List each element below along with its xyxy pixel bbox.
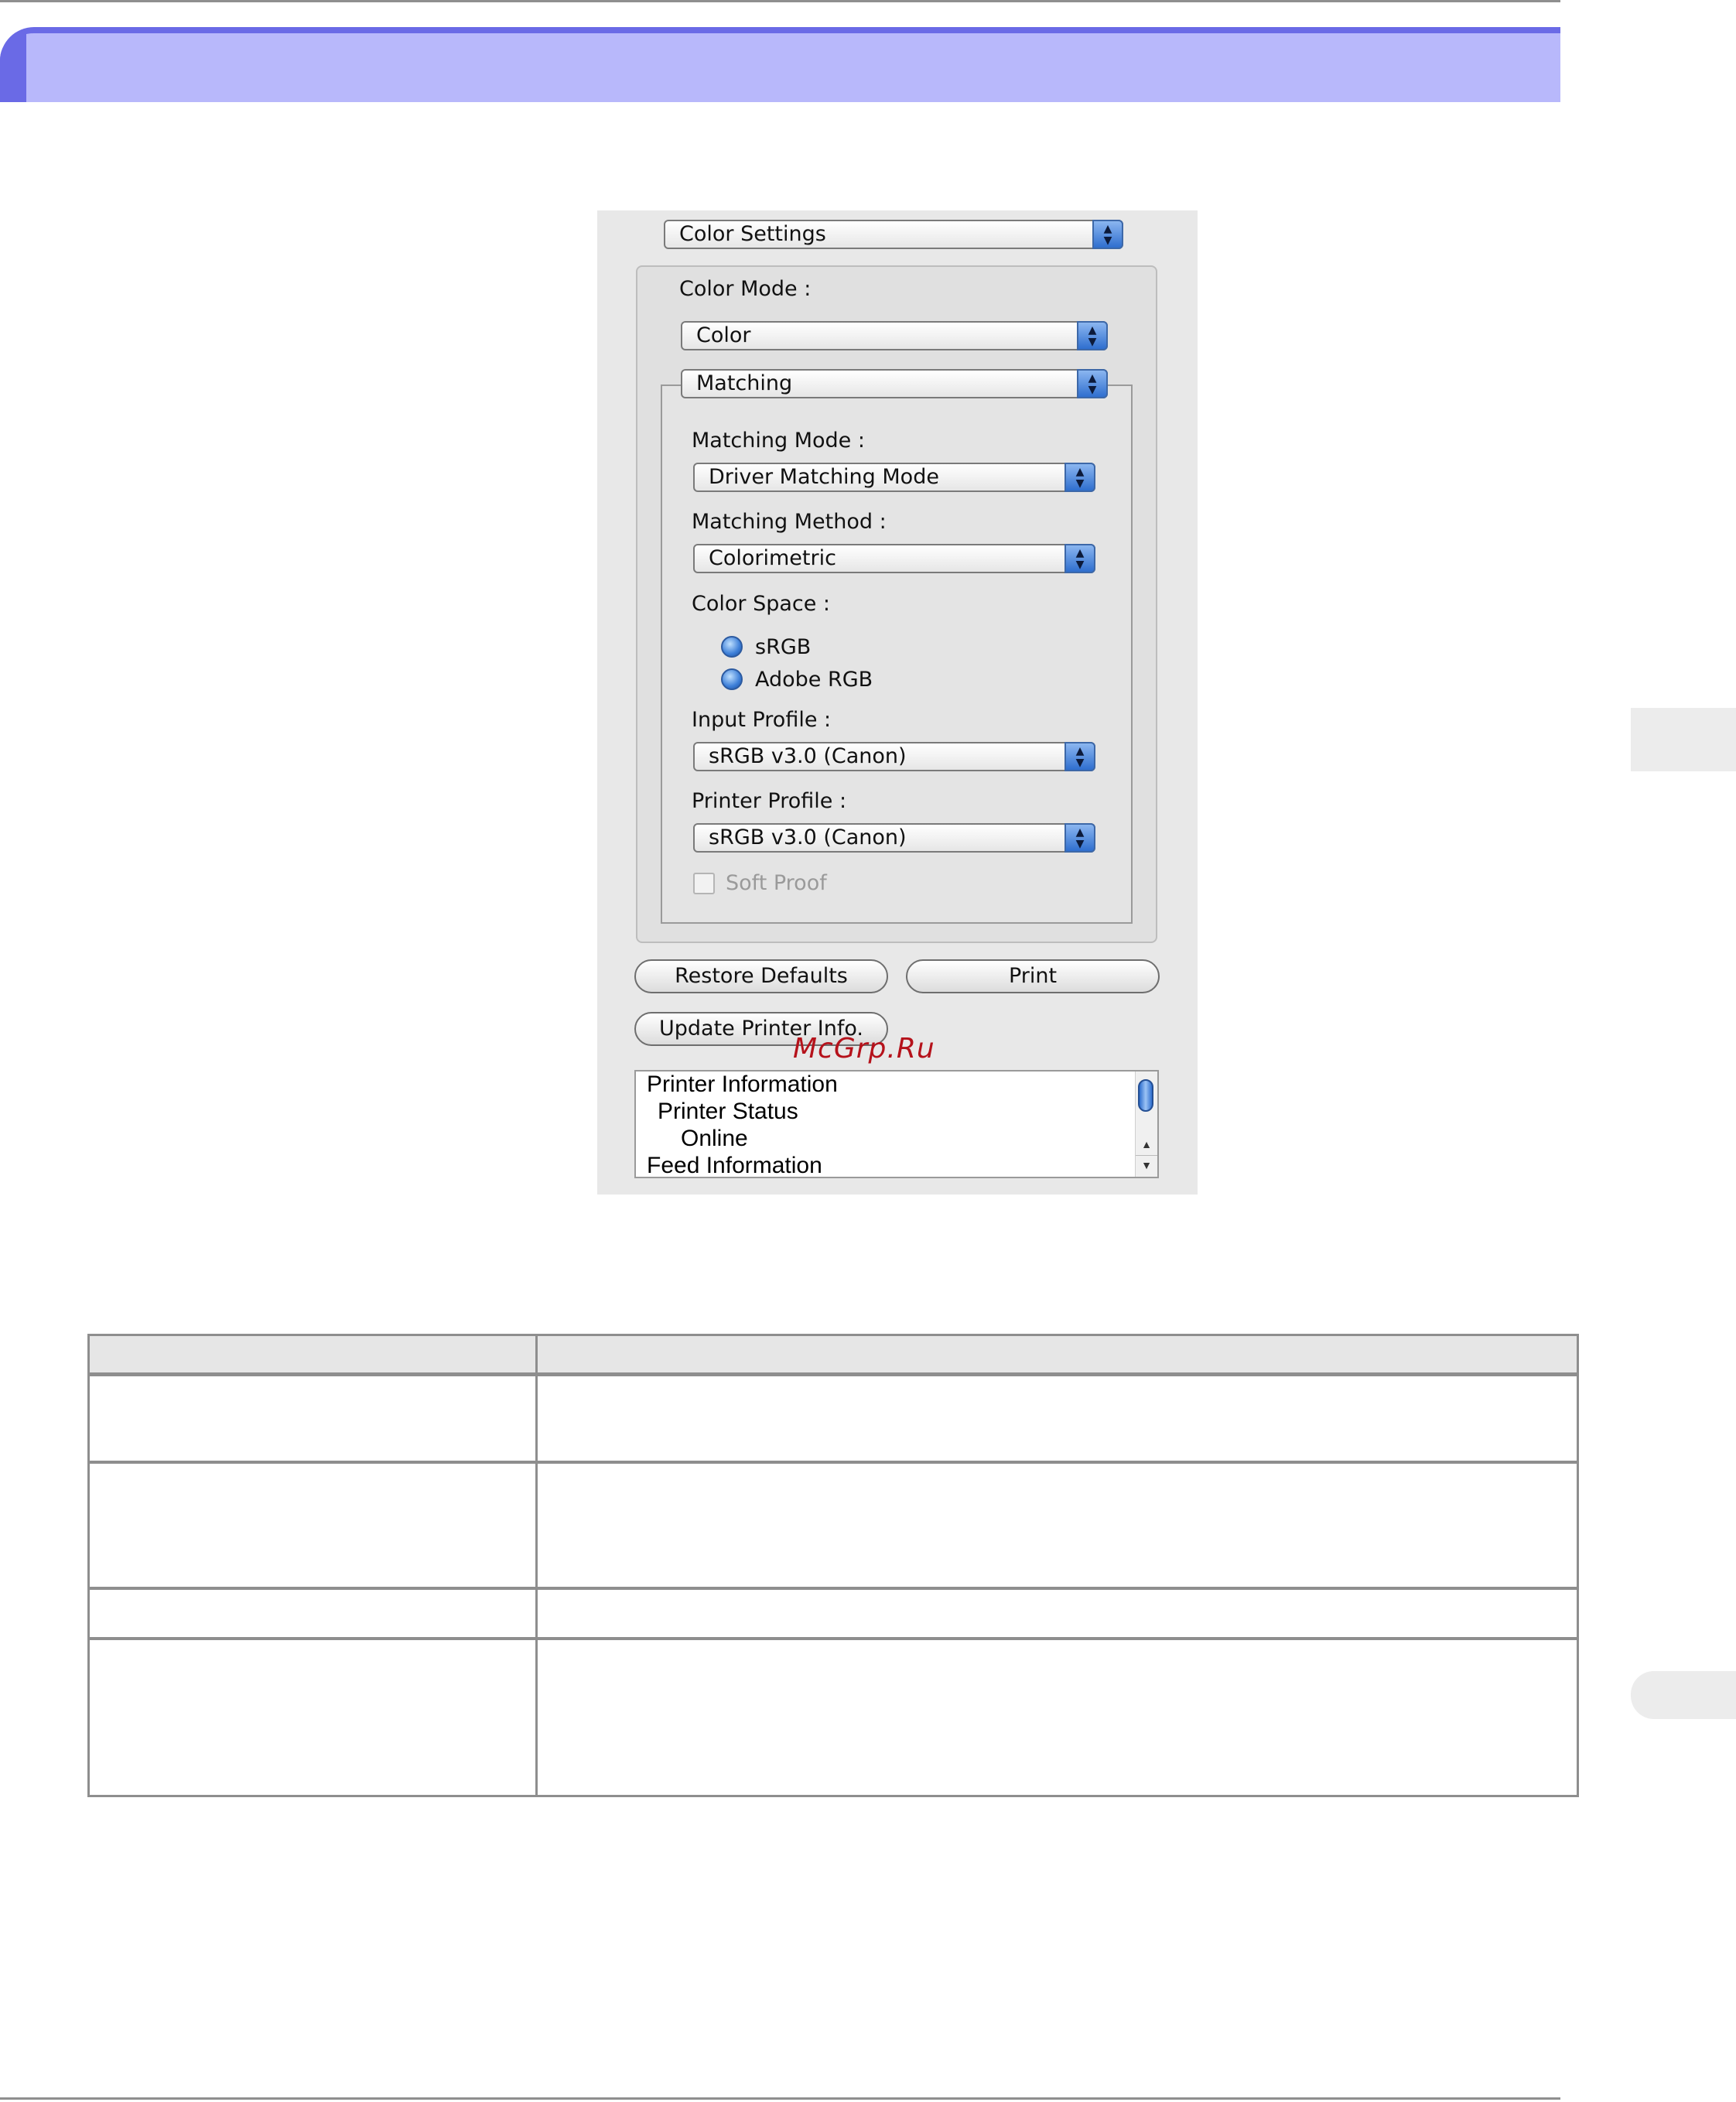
scroll-down-arrow-icon[interactable]: ▼ (1136, 1155, 1157, 1174)
color-mode-value: Color (696, 323, 751, 347)
soft-proof-label: Soft Proof (726, 871, 827, 895)
printer-info-list[interactable]: Printer Information Printer Status Onlin… (634, 1070, 1159, 1178)
bottom-rule (0, 2097, 1560, 2100)
updown-arrows-icon: ▲ ▼ (1064, 463, 1095, 492)
radio-adobe-rgb[interactable] (721, 668, 743, 690)
matching-method-label: Matching Method : (692, 510, 887, 534)
soft-proof-checkbox[interactable] (693, 873, 715, 894)
section-header-bar (0, 27, 1560, 102)
updown-arrows-icon: ▲ ▼ (1077, 369, 1108, 398)
table-header-row (90, 1336, 1577, 1376)
info-list-scrollbar[interactable]: ▲ ▼ (1135, 1072, 1157, 1177)
input-profile-label: Input Profile : (692, 708, 832, 732)
updown-arrows-icon: ▲ ▼ (1064, 544, 1095, 573)
radio-srgb[interactable] (721, 636, 743, 658)
matching-section-popup[interactable]: Matching ▲ ▼ (681, 369, 1108, 398)
radio-srgb-label: sRGB (755, 635, 812, 659)
printer-profile-popup[interactable]: sRGB v3.0 (Canon) ▲ ▼ (693, 823, 1095, 853)
list-item: Feed Information (647, 1153, 822, 1178)
table-row-divider (90, 1461, 1577, 1464)
side-tab-chapter (1631, 708, 1736, 771)
updown-arrows-icon: ▲ ▼ (1064, 742, 1095, 771)
top-rule (0, 0, 1560, 2)
color-mode-popup[interactable]: Color ▲ ▼ (681, 321, 1108, 350)
panel-select-value: Color Settings (679, 222, 826, 246)
list-item: Online (681, 1126, 748, 1151)
color-mode-label: Color Mode : (679, 277, 812, 301)
table-column-divider (535, 1336, 538, 1795)
print-button[interactable]: Print (906, 959, 1160, 993)
matching-section-value: Matching (696, 371, 793, 395)
restore-defaults-button[interactable]: Restore Defaults (634, 959, 888, 993)
watermark: McGrp.Ru (793, 1033, 935, 1065)
printer-profile-value: sRGB v3.0 (Canon) (709, 825, 907, 849)
list-item: Printer Status (658, 1099, 798, 1124)
radio-adobe-rgb-label: Adobe RGB (755, 668, 873, 692)
color-space-label: Color Space : (692, 592, 831, 616)
printer-profile-label: Printer Profile : (692, 789, 847, 813)
table-row-divider (90, 1587, 1577, 1590)
matching-mode-label: Matching Mode : (692, 429, 865, 453)
scroll-up-arrow-icon[interactable]: ▲ (1136, 1135, 1157, 1154)
table-row-divider (90, 1637, 1577, 1640)
side-tab-index (1631, 1671, 1736, 1719)
settings-table (87, 1334, 1579, 1797)
matching-method-value: Colorimetric (709, 546, 836, 570)
matching-mode-popup[interactable]: Driver Matching Mode ▲ ▼ (693, 463, 1095, 492)
updown-arrows-icon: ▲ ▼ (1092, 220, 1123, 249)
updown-arrows-icon: ▲ ▼ (1064, 823, 1095, 853)
list-item: Printer Information (647, 1072, 838, 1097)
input-profile-value: sRGB v3.0 (Canon) (709, 744, 907, 768)
input-profile-popup[interactable]: sRGB v3.0 (Canon) ▲ ▼ (693, 742, 1095, 771)
updown-arrows-icon: ▲ ▼ (1077, 321, 1108, 350)
panel-select-popup[interactable]: Color Settings ▲ ▼ (664, 220, 1123, 249)
matching-method-popup[interactable]: Colorimetric ▲ ▼ (693, 544, 1095, 573)
scroll-thumb[interactable] (1138, 1079, 1153, 1112)
matching-mode-value: Driver Matching Mode (709, 465, 939, 489)
